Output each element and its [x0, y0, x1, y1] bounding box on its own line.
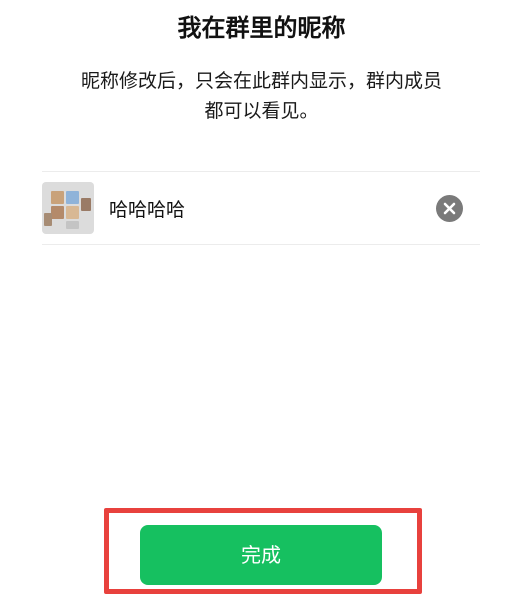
- divider-bottom: [42, 244, 480, 245]
- description-text: 昵称修改后，只会在此群内显示，群内成员 都可以看见。: [40, 66, 483, 126]
- group-avatar-icon: [42, 182, 94, 234]
- description-line-2: 都可以看见。: [204, 100, 319, 122]
- nickname-input[interactable]: [109, 194, 409, 222]
- clear-button[interactable]: [436, 195, 463, 222]
- description-line-1: 昵称修改后，只会在此群内显示，群内成员: [80, 70, 442, 92]
- clear-x-icon: [443, 202, 456, 215]
- divider-top: [42, 171, 480, 172]
- done-button[interactable]: 完成: [140, 525, 382, 585]
- page-title: 我在群里的昵称: [177, 14, 346, 42]
- nickname-row: [42, 182, 480, 234]
- nickname-page: 我在群里的昵称 昵称修改后，只会在此群内显示，群内成员 都可以看见。 完成: [0, 0, 523, 600]
